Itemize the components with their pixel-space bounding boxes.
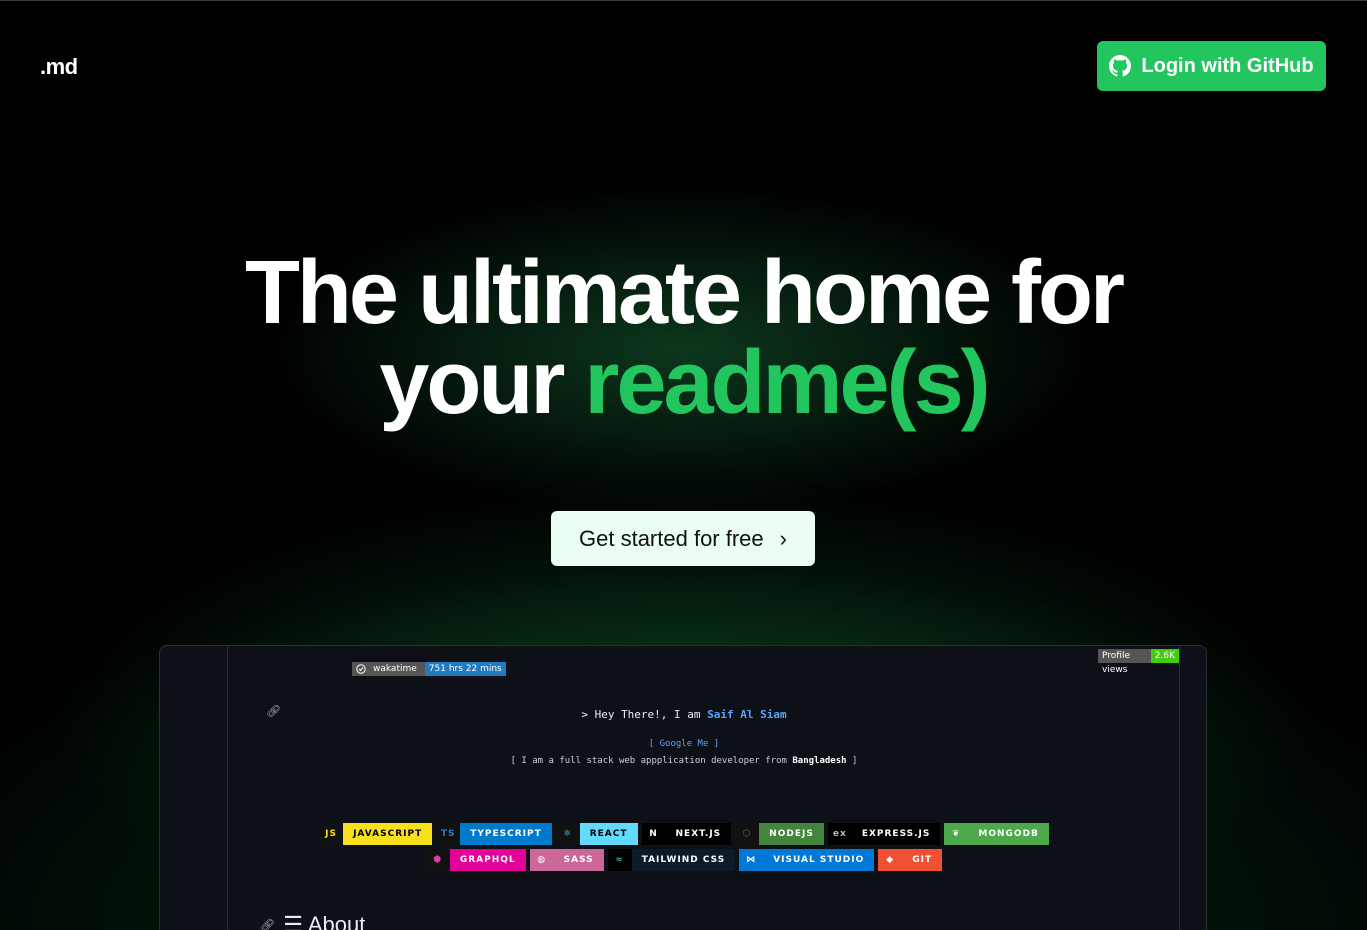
tech-icon: ◍ — [529, 849, 554, 871]
tech-icon: ex — [827, 823, 852, 845]
google-me-link[interactable]: [ Google Me ] — [160, 739, 1206, 749]
tech-label: TYPESCRIPT — [460, 823, 552, 845]
about-title: ☰ About — [283, 912, 366, 930]
profile-views-label: Profile views — [1098, 649, 1151, 675]
tech-label: SASS — [553, 849, 604, 871]
bio-prefix: [ I am a full stack web appplication dev… — [510, 756, 793, 766]
wakatime-badge-label: wakatime — [352, 662, 425, 676]
tech-icon: ⬡ — [735, 823, 760, 845]
wakatime-badge[interactable]: wakatime 751 hrs 22 mins — [352, 662, 506, 676]
tech-badge-javascript[interactable]: JS JAVASCRIPT — [319, 823, 433, 845]
greeting-line: > Hey There!, I am Saif Al Siam — [160, 708, 1206, 721]
tech-badge-express-js[interactable]: ex EXPRESS.JS — [827, 823, 941, 845]
tech-label: GIT — [902, 849, 943, 871]
tech-label: TAILWIND CSS — [631, 849, 736, 871]
hero-line-2: your readme(s) — [0, 338, 1367, 428]
tech-label: EXPRESS.JS — [851, 823, 941, 845]
hero-line-2-plain: your — [379, 333, 585, 433]
tech-label: JAVASCRIPT — [343, 823, 433, 845]
tech-icon: ❦ — [944, 823, 969, 845]
hero-accent-text: readme(s) — [584, 333, 990, 433]
login-with-github-button[interactable]: Login with GitHub — [1097, 41, 1326, 91]
tech-badge-visual-studio[interactable]: ⋈ VISUAL STUDIO — [739, 849, 875, 871]
link-icon[interactable]: 🔗︎ — [260, 918, 275, 930]
tech-icon: ⋈ — [739, 849, 764, 871]
tech-icon: TS — [436, 823, 461, 845]
profile-views-badge[interactable]: Profile views 2.6K — [1098, 649, 1179, 675]
tech-badge-nodejs[interactable]: ⬡ NODEJS — [735, 823, 824, 845]
tech-label: REACT — [579, 823, 638, 845]
window-top-border — [0, 0, 1367, 1]
about-heading: 🔗︎ ☰ About — [260, 912, 365, 930]
tech-badge-tailwind-css[interactable]: ≈ TAILWIND CSS — [607, 849, 736, 871]
clock-icon — [356, 664, 366, 674]
tech-badge-typescript[interactable]: TS TYPESCRIPT — [436, 823, 552, 845]
tech-badges: JS JAVASCRIPT TS TYPESCRIPT ⚛ REACT N NEXT.JS ⬡ N… — [160, 823, 1206, 871]
wakatime-label-text: wakatime — [373, 664, 417, 674]
readme-preview-card: wakatime 751 hrs 22 mins Profile views 2… — [159, 645, 1207, 930]
hero-heading: The ultimate home for your readme(s) — [0, 248, 1367, 428]
tech-label: NODEJS — [759, 823, 824, 845]
get-started-label: Get started for free — [579, 525, 764, 551]
wakatime-badge-value: 751 hrs 22 mins — [424, 662, 506, 676]
tech-label: MONGODB — [968, 823, 1049, 845]
tech-label: VISUAL STUDIO — [763, 849, 875, 871]
tech-label: NEXT.JS — [665, 823, 732, 845]
tech-icon: ◆ — [878, 849, 903, 871]
tech-label: GRAPHQL — [449, 849, 526, 871]
tech-icon: JS — [319, 823, 344, 845]
tech-badge-sass[interactable]: ◍ SASS — [529, 849, 604, 871]
tech-icon: N — [641, 823, 666, 845]
tech-badge-graphql[interactable]: ⬢ GRAPHQL — [425, 849, 526, 871]
tech-icon: ≈ — [607, 849, 632, 871]
readme-preview-content: wakatime 751 hrs 22 mins Profile views 2… — [227, 646, 1180, 930]
bio-description: [ I am a full stack web appplication dev… — [160, 756, 1206, 766]
get-started-button[interactable]: Get started for free › — [551, 511, 815, 566]
profile-views-value: 2.6K — [1150, 649, 1179, 663]
tech-badge-mongodb[interactable]: ❦ MONGODB — [944, 823, 1049, 845]
tech-icon: ⬢ — [425, 849, 450, 871]
hero-line-1: The ultimate home for — [244, 243, 1125, 343]
tech-badge-next-js[interactable]: N NEXT.JS — [641, 823, 732, 845]
bio-country: Bangladesh — [792, 756, 847, 766]
tech-badge-git[interactable]: ◆ GIT — [878, 849, 943, 871]
login-button-label: Login with GitHub — [1141, 54, 1314, 77]
site-logo[interactable]: .md — [40, 54, 78, 80]
author-name-link[interactable]: Saif Al Siam — [707, 708, 786, 721]
bio-suffix: ] — [846, 756, 858, 766]
greeting-prefix: > Hey There!, I am — [581, 708, 708, 721]
chevron-right-icon: › — [779, 525, 787, 551]
tech-badge-react[interactable]: ⚛ REACT — [555, 823, 638, 845]
tech-icon: ⚛ — [555, 823, 580, 845]
github-icon — [1109, 55, 1132, 77]
